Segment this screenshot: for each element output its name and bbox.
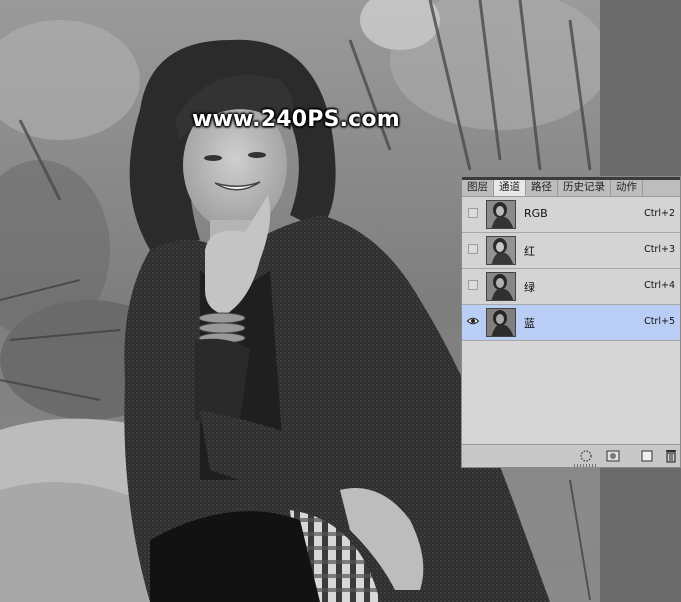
channel-shortcut: Ctrl+3 <box>644 244 675 255</box>
panel-tab-bar: 图层 通道 路径 历史记录 动作 <box>462 180 680 197</box>
channel-row-green[interactable]: 绿 Ctrl+4 <box>462 269 680 305</box>
tab-paths[interactable]: 路径 <box>526 180 558 196</box>
load-selection-icon[interactable] <box>578 448 594 462</box>
channel-shortcut: Ctrl+4 <box>644 280 675 291</box>
watermark-text: www.240PS.com <box>192 107 400 132</box>
channel-name: RGB <box>524 207 548 220</box>
channels-panel: 图层 通道 路径 历史记录 动作 RGB Ctrl+2 红 Ctrl+3 绿 C… <box>461 176 681 468</box>
visibility-toggle[interactable] <box>468 244 478 254</box>
channel-row-rgb[interactable]: RGB Ctrl+2 <box>462 197 680 233</box>
channel-thumbnail <box>486 236 516 265</box>
tab-history[interactable]: 历史记录 <box>558 180 611 196</box>
visibility-toggle[interactable] <box>467 316 479 326</box>
tab-actions[interactable]: 动作 <box>611 180 643 196</box>
visibility-toggle[interactable] <box>468 280 478 290</box>
channel-name: 绿 <box>524 281 535 294</box>
visibility-toggle[interactable] <box>468 208 478 218</box>
delete-channel-icon[interactable] <box>663 448 679 463</box>
save-selection-icon[interactable] <box>605 448 621 462</box>
panel-resize-grip[interactable] <box>574 464 596 467</box>
channel-row-red[interactable]: 红 Ctrl+3 <box>462 233 680 269</box>
panel-footer <box>462 444 680 467</box>
channel-thumbnail <box>486 308 516 337</box>
channel-name: 红 <box>524 245 535 258</box>
tab-layers[interactable]: 图层 <box>462 180 494 196</box>
new-channel-icon[interactable] <box>639 448 655 462</box>
channel-thumbnail <box>486 200 516 229</box>
channel-row-blue[interactable]: 蓝 Ctrl+5 <box>462 305 680 341</box>
channel-shortcut: Ctrl+2 <box>644 208 675 219</box>
eye-icon[interactable] <box>467 316 479 326</box>
channel-list-empty-area <box>462 345 680 447</box>
channel-name: 蓝 <box>524 317 535 330</box>
tab-channels[interactable]: 通道 <box>494 180 526 196</box>
channel-list: RGB Ctrl+2 红 Ctrl+3 绿 Ctrl+4 蓝 Ctrl+5 <box>462 197 680 341</box>
channel-shortcut: Ctrl+5 <box>644 316 675 327</box>
channel-thumbnail <box>486 272 516 301</box>
